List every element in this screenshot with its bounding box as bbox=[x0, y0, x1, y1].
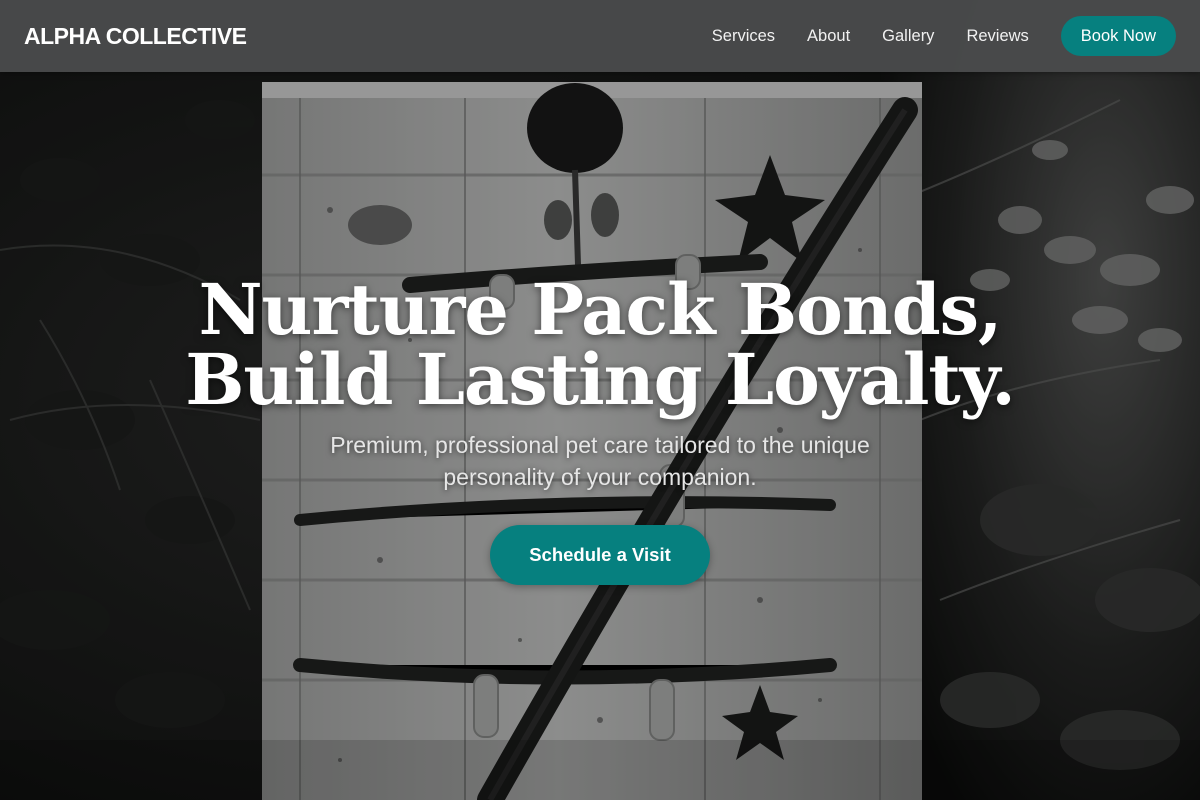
nav-links: Services About Gallery Reviews Book Now bbox=[712, 0, 1176, 72]
schedule-visit-button[interactable]: Schedule a Visit bbox=[490, 525, 710, 585]
hero-title-line-2: Build Lasting Loyalty. bbox=[185, 338, 1016, 421]
hero-title: Nurture Pack Bonds, Build Lasting Loyalt… bbox=[100, 275, 1100, 415]
hero-subtitle-line-2: personality of your companion. bbox=[443, 464, 757, 490]
nav-link-services[interactable]: Services bbox=[712, 27, 775, 46]
hero-section: Nurture Pack Bonds, Build Lasting Loyalt… bbox=[0, 0, 1200, 800]
hero-title-line-1: Nurture Pack Bonds, bbox=[198, 268, 1003, 351]
hero-subtitle-line-1: Premium, professional pet care tailored … bbox=[330, 432, 870, 458]
hero-content: Nurture Pack Bonds, Build Lasting Loyalt… bbox=[0, 275, 1200, 585]
hero-subtitle: Premium, professional pet care tailored … bbox=[290, 429, 910, 493]
nav-link-about[interactable]: About bbox=[807, 27, 850, 46]
brand-logo[interactable]: ALPHA COLLECTIVE bbox=[24, 0, 247, 72]
book-now-button[interactable]: Book Now bbox=[1060, 16, 1176, 56]
nav-link-gallery[interactable]: Gallery bbox=[882, 27, 934, 46]
nav-link-reviews[interactable]: Reviews bbox=[966, 27, 1028, 46]
navbar: ALPHA COLLECTIVE Services About Gallery … bbox=[0, 0, 1200, 72]
page: Nurture Pack Bonds, Build Lasting Loyalt… bbox=[0, 0, 1200, 800]
